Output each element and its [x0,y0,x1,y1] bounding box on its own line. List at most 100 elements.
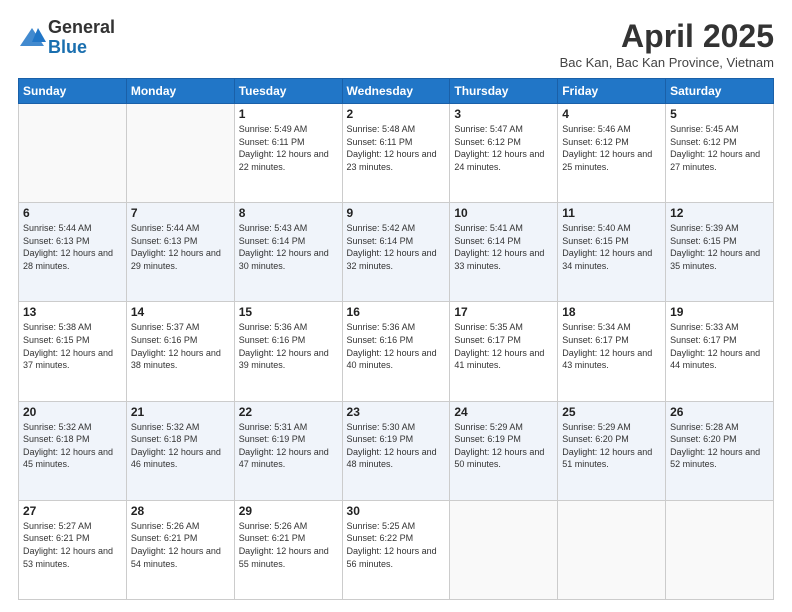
calendar-cell: 4Sunrise: 5:46 AM Sunset: 6:12 PM Daylig… [558,104,666,203]
day-number: 9 [347,206,446,220]
calendar-cell: 12Sunrise: 5:39 AM Sunset: 6:15 PM Dayli… [666,203,774,302]
calendar-cell: 14Sunrise: 5:37 AM Sunset: 6:16 PM Dayli… [126,302,234,401]
day-info: Sunrise: 5:32 AM Sunset: 6:18 PM Dayligh… [131,421,230,471]
calendar-cell: 25 Sunrise: 5:29 AM Sunset: 6:20 PM Dayli… [558,401,666,500]
calendar-week-row: 13 Sunrise: 5:38 AM Sunset: 6:15 PM Dayli… [19,302,774,401]
day-number: 11 [562,206,661,220]
day-number: 22 [239,405,338,419]
calendar-cell: 18Sunrise: 5:34 AM Sunset: 6:17 PM Dayli… [558,302,666,401]
calendar-cell: 11Sunrise: 5:40 AM Sunset: 6:15 PM Dayli… [558,203,666,302]
logo-icon [18,24,46,52]
day-info: Sunrise: 5:32 AM Sunset: 6:18 PM Dayligh… [23,421,122,471]
calendar-cell: 27 Sunrise: 5:27 AM Sunset: 6:21 PM Dayli… [19,500,127,599]
day-info: Sunrise: 5:33 AM Sunset: 6:17 PM Dayligh… [670,321,769,371]
logo-blue: Blue [48,37,87,57]
day-info: Sunrise: 5:36 AM Sunset: 6:16 PM Dayligh… [239,321,338,371]
day-number: 2 [347,107,446,121]
calendar-cell: 29 Sunrise: 5:26 AM Sunset: 6:21 PM Dayli… [234,500,342,599]
header: General Blue April 2025 Bac Kan, Bac Kan… [18,18,774,70]
calendar-cell [666,500,774,599]
day-number: 13 [23,305,122,319]
logo-general: General [48,17,115,37]
calendar-cell: 30Sunrise: 5:25 AM Sunset: 6:22 PM Dayli… [342,500,450,599]
day-number: 5 [670,107,769,121]
day-info: Sunrise: 5:38 AM Sunset: 6:15 PM Dayligh… [23,321,122,371]
calendar-header-row: Sunday Monday Tuesday Wednesday Thursday… [19,79,774,104]
calendar-cell: 23 Sunrise: 5:30 AM Sunset: 6:19 PM Dayli… [342,401,450,500]
calendar-page: General Blue April 2025 Bac Kan, Bac Kan… [0,0,792,612]
day-number: 15 [239,305,338,319]
day-number: 6 [23,206,122,220]
day-info: Sunrise: 5:28 AM Sunset: 6:20 PM Dayligh… [670,421,769,471]
day-number: 28 [131,504,230,518]
day-info: Sunrise: 5:27 AM Sunset: 6:21 PM Dayligh… [23,520,122,570]
month-title: April 2025 [560,18,774,55]
day-info: Sunrise: 5:48 AM Sunset: 6:11 PM Dayligh… [347,123,446,173]
day-number: 27 [23,504,122,518]
location: Bac Kan, Bac Kan Province, Vietnam [560,55,774,70]
day-info: Sunrise: 5:26 AM Sunset: 6:21 PM Dayligh… [131,520,230,570]
day-number: 21 [131,405,230,419]
logo-text: General Blue [48,18,115,58]
calendar-cell: 24Sunrise: 5:29 AM Sunset: 6:19 PM Dayli… [450,401,558,500]
calendar-cell: 7 Sunrise: 5:44 AM Sunset: 6:13 PM Daylig… [126,203,234,302]
day-info: Sunrise: 5:36 AM Sunset: 6:16 PM Dayligh… [347,321,446,371]
day-info: Sunrise: 5:41 AM Sunset: 6:14 PM Dayligh… [454,222,553,272]
calendar-week-row: 27 Sunrise: 5:27 AM Sunset: 6:21 PM Dayli… [19,500,774,599]
day-number: 17 [454,305,553,319]
calendar-cell: 21 Sunrise: 5:32 AM Sunset: 6:18 PM Dayli… [126,401,234,500]
calendar-cell: 2 Sunrise: 5:48 AM Sunset: 6:11 PM Daylig… [342,104,450,203]
col-monday: Monday [126,79,234,104]
calendar-cell: 10 Sunrise: 5:41 AM Sunset: 6:14 PM Dayli… [450,203,558,302]
col-friday: Friday [558,79,666,104]
calendar-cell [558,500,666,599]
calendar-cell: 26 Sunrise: 5:28 AM Sunset: 6:20 PM Dayli… [666,401,774,500]
col-saturday: Saturday [666,79,774,104]
calendar-cell: 5Sunrise: 5:45 AM Sunset: 6:12 PM Daylig… [666,104,774,203]
day-info: Sunrise: 5:25 AM Sunset: 6:22 PM Dayligh… [347,520,446,570]
day-info: Sunrise: 5:30 AM Sunset: 6:19 PM Dayligh… [347,421,446,471]
calendar-table: Sunday Monday Tuesday Wednesday Thursday… [18,78,774,600]
calendar-cell: 17 Sunrise: 5:35 AM Sunset: 6:17 PM Dayli… [450,302,558,401]
day-info: Sunrise: 5:37 AM Sunset: 6:16 PM Dayligh… [131,321,230,371]
day-number: 19 [670,305,769,319]
day-number: 23 [347,405,446,419]
day-info: Sunrise: 5:47 AM Sunset: 6:12 PM Dayligh… [454,123,553,173]
day-info: Sunrise: 5:35 AM Sunset: 6:17 PM Dayligh… [454,321,553,371]
col-wednesday: Wednesday [342,79,450,104]
calendar-cell: 15 Sunrise: 5:36 AM Sunset: 6:16 PM Dayli… [234,302,342,401]
col-thursday: Thursday [450,79,558,104]
day-number: 29 [239,504,338,518]
day-number: 8 [239,206,338,220]
day-info: Sunrise: 5:43 AM Sunset: 6:14 PM Dayligh… [239,222,338,272]
logo: General Blue [18,18,115,58]
col-tuesday: Tuesday [234,79,342,104]
calendar-cell: 13 Sunrise: 5:38 AM Sunset: 6:15 PM Dayli… [19,302,127,401]
calendar-week-row: 6 Sunrise: 5:44 AM Sunset: 6:13 PM Daylig… [19,203,774,302]
calendar-cell: 20Sunrise: 5:32 AM Sunset: 6:18 PM Dayli… [19,401,127,500]
day-number: 1 [239,107,338,121]
day-info: Sunrise: 5:34 AM Sunset: 6:17 PM Dayligh… [562,321,661,371]
calendar-cell [450,500,558,599]
day-number: 12 [670,206,769,220]
day-info: Sunrise: 5:29 AM Sunset: 6:20 PM Dayligh… [562,421,661,471]
day-info: Sunrise: 5:44 AM Sunset: 6:13 PM Dayligh… [131,222,230,272]
title-block: April 2025 Bac Kan, Bac Kan Province, Vi… [560,18,774,70]
calendar-week-row: 20Sunrise: 5:32 AM Sunset: 6:18 PM Dayli… [19,401,774,500]
day-info: Sunrise: 5:29 AM Sunset: 6:19 PM Dayligh… [454,421,553,471]
day-info: Sunrise: 5:49 AM Sunset: 6:11 PM Dayligh… [239,123,338,173]
day-number: 10 [454,206,553,220]
day-info: Sunrise: 5:44 AM Sunset: 6:13 PM Dayligh… [23,222,122,272]
day-number: 7 [131,206,230,220]
day-info: Sunrise: 5:26 AM Sunset: 6:21 PM Dayligh… [239,520,338,570]
calendar-cell: 22 Sunrise: 5:31 AM Sunset: 6:19 PM Dayli… [234,401,342,500]
day-number: 3 [454,107,553,121]
day-number: 25 [562,405,661,419]
day-info: Sunrise: 5:31 AM Sunset: 6:19 PM Dayligh… [239,421,338,471]
calendar-cell: 8 Sunrise: 5:43 AM Sunset: 6:14 PM Daylig… [234,203,342,302]
day-number: 26 [670,405,769,419]
col-sunday: Sunday [19,79,127,104]
calendar-cell: 28 Sunrise: 5:26 AM Sunset: 6:21 PM Dayli… [126,500,234,599]
calendar-cell: 3 Sunrise: 5:47 AM Sunset: 6:12 PM Daylig… [450,104,558,203]
day-number: 16 [347,305,446,319]
